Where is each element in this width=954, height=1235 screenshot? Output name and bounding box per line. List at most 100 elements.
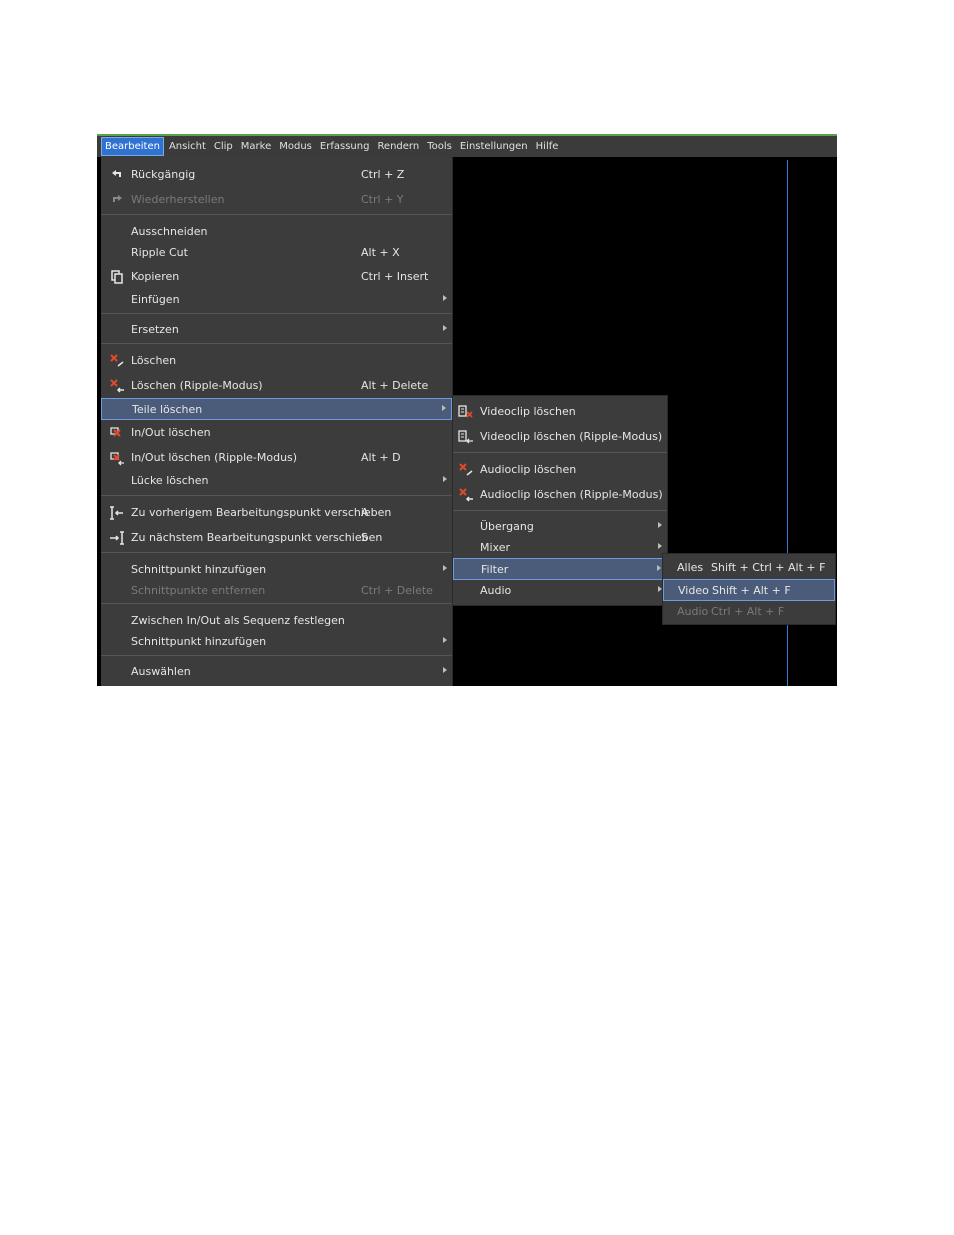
filter-video-label: Video: [678, 584, 709, 597]
menu-item-filter[interactable]: Filter: [453, 558, 667, 580]
inout-delete-label: In/Out löschen: [131, 426, 211, 439]
menu-item-transition[interactable]: Übergang: [453, 516, 667, 538]
audio-clip-delete-icon: [459, 463, 473, 476]
menu-item-set-sequence[interactable]: Zwischen In/Out als Sequenz festlegen: [101, 610, 452, 632]
filter-video-shortcut: Shift + Alt + F: [712, 584, 791, 597]
menu-item-select[interactable]: Auswählen: [101, 661, 452, 683]
menu-item-video-delete-ripple[interactable]: Videoclip löschen (Ripple-Modus): [453, 426, 667, 448]
menu-item-audio-delete[interactable]: Audioclip löschen: [453, 459, 667, 481]
delete-ripple-label: Löschen (Ripple-Modus): [131, 379, 263, 392]
menu-item-next-edit[interactable]: Zu nächstem Bearbeitungspunkt verschiebe…: [101, 527, 452, 549]
add-cut-2-label: Schnittpunkt hinzufügen: [131, 635, 267, 648]
menu-item-cut[interactable]: Ausschneiden: [101, 221, 452, 243]
copy-shortcut: Ctrl + Insert: [361, 270, 429, 283]
menu-item-delete-parts[interactable]: Teile löschen: [101, 398, 452, 420]
edit-menu: Rückgängig Ctrl + Z Wiederherstellen Ctr…: [101, 157, 453, 686]
filter-all-shortcut: Shift + Ctrl + Alt + F: [711, 561, 826, 574]
menu-item-copy[interactable]: Kopieren Ctrl + Insert: [101, 266, 452, 288]
audio-clip-delete-ripple-icon: [459, 488, 473, 502]
replace-label: Ersetzen: [131, 323, 179, 336]
copy-icon: [111, 270, 123, 284]
menu-item-delete-ripple[interactable]: Löschen (Ripple-Modus) Alt + Delete: [101, 375, 452, 397]
redo-icon: [113, 195, 122, 202]
mixer-label: Mixer: [480, 541, 511, 554]
menu-tools[interactable]: Tools: [424, 138, 455, 155]
audio-delete-label: Audioclip löschen: [480, 463, 577, 476]
separator: [101, 655, 452, 656]
submenu-arrow-icon: [443, 667, 447, 673]
menu-ansicht[interactable]: Ansicht: [166, 138, 209, 155]
menu-item-replace[interactable]: Ersetzen: [101, 319, 452, 341]
menu-item-inout-delete-ripple[interactable]: In/Out löschen (Ripple-Modus) Alt + D: [101, 447, 452, 469]
redo-label: Wiederherstellen: [131, 193, 225, 206]
undo-icon: [112, 170, 121, 177]
gap-delete-label: Lücke löschen: [131, 474, 209, 487]
separator: [101, 343, 452, 344]
menu-item-audio-delete-ripple[interactable]: Audioclip löschen (Ripple-Modus): [453, 484, 667, 506]
menu-bar: Bearbeiten Ansicht Clip Marke Modus Erfa…: [97, 136, 837, 157]
menu-item-filter-video[interactable]: Video Shift + Alt + F: [663, 579, 835, 601]
menu-item-mixer[interactable]: Mixer: [453, 537, 667, 559]
menu-item-add-cut-2[interactable]: Schnittpunkt hinzufügen: [101, 631, 452, 653]
video-clip-delete-ripple-icon: [458, 430, 473, 444]
submenu-arrow-icon: [443, 295, 447, 301]
next-edit-label: Zu nächstem Bearbeitungspunkt verschiebe…: [131, 531, 383, 544]
inout-delete-ripple-label: In/Out löschen (Ripple-Modus): [131, 451, 298, 464]
menu-item-audio[interactable]: Audio: [453, 580, 667, 602]
menu-item-filter-all[interactable]: Alles Shift + Ctrl + Alt + F: [663, 557, 835, 579]
menu-item-gap-delete[interactable]: Lücke löschen: [101, 470, 452, 492]
delete-parts-submenu: Videoclip löschen Videoclip löschen (Rip…: [452, 395, 668, 606]
delete-ripple-shortcut: Alt + Delete: [361, 379, 429, 392]
menu-item-paste[interactable]: Einfügen: [101, 289, 452, 311]
menu-rendern[interactable]: Rendern: [374, 138, 422, 155]
submenu-arrow-icon: [442, 405, 446, 411]
separator: [453, 510, 667, 511]
separator: [101, 313, 452, 314]
separator: [101, 214, 452, 215]
menu-modus[interactable]: Modus: [276, 138, 315, 155]
menu-erfassung[interactable]: Erfassung: [317, 138, 373, 155]
delete-icon: [110, 354, 124, 367]
filter-audio-shortcut: Ctrl + Alt + F: [711, 605, 785, 618]
copy-label: Kopieren: [131, 270, 180, 283]
menu-hilfe[interactable]: Hilfe: [533, 138, 562, 155]
separator: [101, 495, 452, 496]
submenu-arrow-icon: [658, 522, 662, 528]
menu-item-delete[interactable]: Löschen: [101, 350, 452, 372]
separator: [453, 452, 667, 453]
undo-label: Rückgängig: [131, 168, 196, 181]
menu-item-redo[interactable]: Wiederherstellen Ctrl + Y: [101, 189, 452, 211]
menu-item-ripple-cut[interactable]: Ripple Cut Alt + X: [101, 242, 452, 264]
next-edit-shortcut: S: [361, 531, 368, 544]
menu-item-undo[interactable]: Rückgängig Ctrl + Z: [101, 164, 452, 186]
menu-item-video-delete[interactable]: Videoclip löschen: [453, 401, 667, 423]
prev-edit-label: Zu vorherigem Bearbeitungspunkt verschie…: [131, 506, 392, 519]
audio-delete-ripple-label: Audioclip löschen (Ripple-Modus): [480, 488, 663, 501]
redo-shortcut: Ctrl + Y: [361, 193, 404, 206]
separator: [101, 603, 452, 604]
menu-item-prev-edit[interactable]: Zu vorherigem Bearbeitungspunkt verschie…: [101, 502, 452, 524]
submenu-arrow-icon: [658, 543, 662, 549]
next-edit-point-icon: [110, 531, 124, 545]
delete-ripple-icon: [110, 379, 124, 393]
remove-cuts-shortcut: Ctrl + Delete: [361, 584, 433, 597]
submenu-arrow-icon: [443, 565, 447, 571]
inout-delete-ripple-shortcut: Alt + D: [361, 451, 401, 464]
select-label: Auswählen: [131, 665, 191, 678]
filter-all-label: Alles: [677, 561, 704, 574]
cut-label: Ausschneiden: [131, 225, 208, 238]
video-delete-label: Videoclip löschen: [480, 405, 576, 418]
menu-item-remove-cuts[interactable]: Schnittpunkte entfernen Ctrl + Delete: [101, 580, 452, 602]
menu-bearbeiten[interactable]: Bearbeiten: [101, 137, 164, 156]
video-delete-ripple-label: Videoclip löschen (Ripple-Modus): [480, 430, 663, 443]
menu-einstellungen[interactable]: Einstellungen: [457, 138, 531, 155]
inout-delete-icon: [110, 427, 121, 437]
menu-item-inout-delete[interactable]: In/Out löschen: [101, 422, 452, 444]
remove-cuts-label: Schnittpunkte entfernen: [131, 584, 266, 597]
menu-clip[interactable]: Clip: [211, 138, 236, 155]
inout-delete-ripple-icon: [110, 452, 124, 466]
menu-marke[interactable]: Marke: [238, 138, 274, 155]
menu-item-add-cut[interactable]: Schnittpunkt hinzufügen: [101, 559, 452, 581]
video-clip-delete-icon: [458, 405, 473, 418]
menu-item-filter-audio[interactable]: Audio Ctrl + Alt + F: [663, 601, 835, 623]
